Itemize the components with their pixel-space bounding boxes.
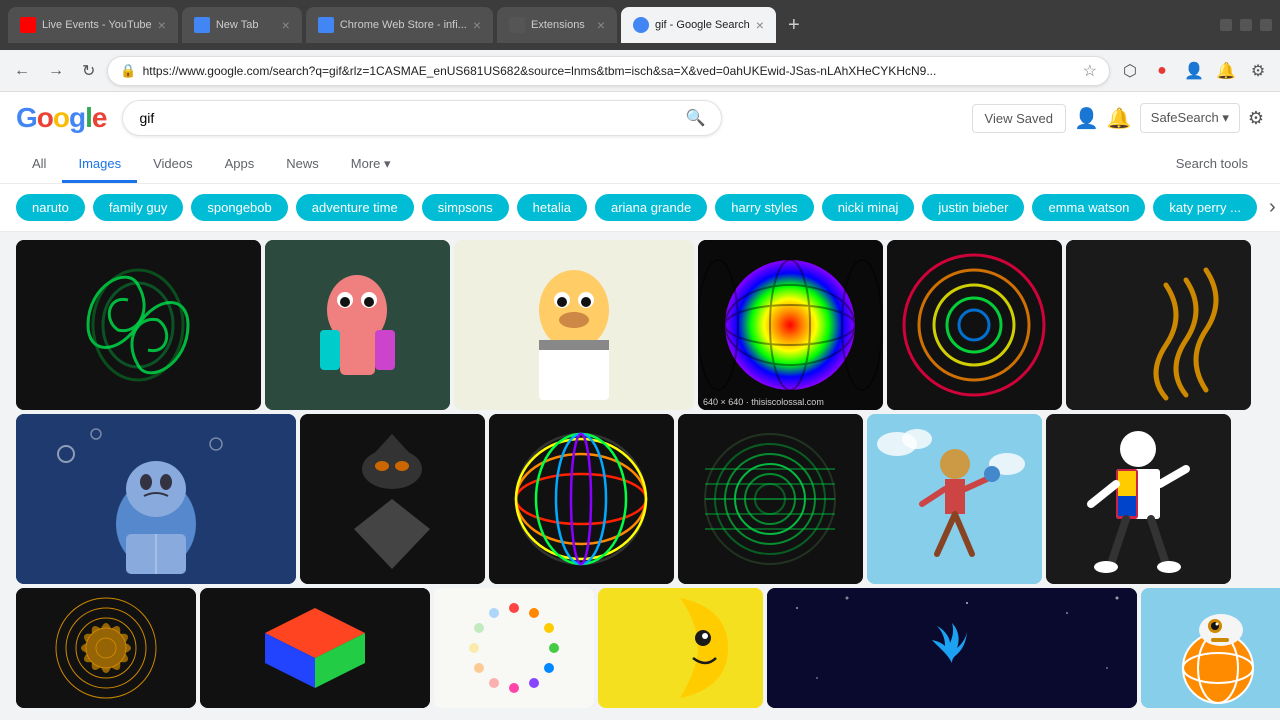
image-item-batman[interactable]	[300, 414, 485, 584]
image-item-blue-character[interactable]	[16, 414, 296, 584]
image-item-twitter[interactable]	[767, 588, 1137, 708]
image-item-green-spiral2[interactable]	[678, 414, 863, 584]
cat-nicki-minaj[interactable]: nicki minaj	[822, 194, 915, 221]
cat-spongebob[interactable]: spongebob	[191, 194, 287, 221]
notifications-button[interactable]: 🔔	[1107, 106, 1132, 131]
tab-store-close[interactable]: ×	[473, 17, 481, 33]
google-logo: Google	[16, 102, 106, 134]
image-item-spiral-green[interactable]	[16, 240, 261, 410]
back-button[interactable]: ←	[8, 58, 36, 84]
tab-ext-label: Extensions	[531, 19, 591, 31]
tab-images[interactable]: Images	[62, 148, 137, 183]
search-tabs: All Images Videos Apps News More ▾ Searc…	[16, 144, 1264, 183]
tab-more[interactable]: More ▾	[335, 148, 407, 183]
image-item-pink-character[interactable]	[265, 240, 450, 410]
image-item-dots-circle[interactable]	[434, 588, 594, 708]
view-saved-button[interactable]: View Saved	[972, 104, 1066, 133]
minimize-button[interactable]	[1220, 19, 1232, 31]
browser-titlebar: Live Events - YouTube × New Tab × Chrome…	[0, 0, 1280, 50]
tab-newtab[interactable]: New Tab ×	[182, 7, 302, 43]
ext-icon-4[interactable]: 🔔	[1212, 57, 1240, 85]
cat-naruto[interactable]: naruto	[16, 194, 85, 221]
image-item-dancing-figure[interactable]	[867, 414, 1042, 584]
tab-all[interactable]: All	[16, 148, 62, 183]
newtab-favicon	[194, 17, 210, 33]
tab-newtab-close[interactable]: ×	[282, 17, 290, 33]
image-row-1: 640 × 640 · thisiscolossal.com	[16, 240, 1264, 410]
safesearch-button[interactable]: SafeSearch ▾	[1140, 103, 1240, 133]
cat-katy-perry[interactable]: katy perry ...	[1153, 194, 1257, 221]
ext-icon-3[interactable]: 👤	[1180, 57, 1208, 85]
image-item-mandala[interactable]	[16, 588, 196, 708]
tab-search-close[interactable]: ×	[756, 17, 764, 33]
user-account-button[interactable]: 👤	[1074, 106, 1099, 131]
cat-hetalia[interactable]: hetalia	[517, 194, 587, 221]
image-item-homer[interactable]	[454, 240, 694, 410]
address-text: https://www.google.com/search?q=gif&rlz=…	[143, 64, 1077, 78]
tab-youtube-close[interactable]: ×	[158, 17, 166, 33]
tab-newtab-label: New Tab	[216, 19, 276, 31]
cat-family-guy[interactable]: family guy	[93, 194, 184, 221]
image-item-dancing-white[interactable]	[1046, 414, 1231, 584]
close-button[interactable]	[1260, 19, 1272, 31]
image-item-3d-cube[interactable]	[200, 588, 430, 708]
google-top-row: Google 🔍 View Saved 👤 🔔 SafeSearch ▾ ⚙	[16, 100, 1264, 144]
image-item-bb8[interactable]	[1141, 588, 1280, 708]
cat-justin-bieber[interactable]: justin bieber	[922, 194, 1024, 221]
store-favicon	[318, 17, 334, 33]
maximize-button[interactable]	[1240, 19, 1252, 31]
image-item-yellow-slinky[interactable]	[1066, 240, 1251, 410]
cat-adventure-time[interactable]: adventure time	[296, 194, 414, 221]
tab-store-label: Chrome Web Store - infi...	[340, 19, 467, 31]
cat-ariana-grande[interactable]: ariana grande	[595, 194, 707, 221]
search-submit-button[interactable]: 🔍	[686, 108, 706, 128]
youtube-favicon	[20, 17, 36, 33]
cat-simpsons[interactable]: simpsons	[422, 194, 509, 221]
image-row-3	[16, 588, 1264, 708]
ext-favicon	[509, 17, 525, 33]
tab-news[interactable]: News	[270, 148, 335, 183]
image-item-rainbow-sphere[interactable]: 640 × 640 · thisiscolossal.com	[698, 240, 883, 410]
cat-harry-styles[interactable]: harry styles	[715, 194, 813, 221]
tab-youtube-label: Live Events - YouTube	[42, 19, 152, 31]
window-controls	[1220, 19, 1272, 31]
tab-youtube[interactable]: Live Events - YouTube ×	[8, 7, 178, 43]
tab-videos[interactable]: Videos	[137, 148, 209, 183]
image-grid: 640 × 640 · thisiscolossal.com	[0, 232, 1280, 716]
extensions-area: ⬡ ● 👤 🔔 ⚙	[1116, 57, 1272, 85]
search-input[interactable]	[139, 110, 677, 126]
tab-google-search[interactable]: gif - Google Search ×	[621, 7, 776, 43]
ext-icon-1[interactable]: ⬡	[1116, 57, 1144, 85]
settings-icon[interactable]: ⚙	[1244, 57, 1272, 85]
image-item-rainbow-globe[interactable]	[489, 414, 674, 584]
cat-emma-watson[interactable]: emma watson	[1032, 194, 1145, 221]
tab-search-tools[interactable]: Search tools	[1160, 148, 1264, 183]
tab-apps[interactable]: Apps	[209, 148, 271, 183]
image-item-banana-moon[interactable]	[598, 588, 763, 708]
refresh-button[interactable]: ↻	[76, 57, 101, 85]
new-tab-button[interactable]: +	[780, 10, 808, 41]
forward-button[interactable]: →	[42, 58, 70, 84]
user-area: View Saved 👤 🔔 SafeSearch ▾ ⚙	[972, 103, 1264, 133]
category-next-button[interactable]: ›	[1265, 192, 1280, 223]
search-box[interactable]: 🔍	[122, 100, 722, 136]
google-favicon	[633, 17, 649, 33]
star-icon[interactable]: ☆	[1083, 61, 1097, 81]
image-item-circle-rings[interactable]	[887, 240, 1062, 410]
google-header: Google 🔍 View Saved 👤 🔔 SafeSearch ▾ ⚙ A…	[0, 92, 1280, 184]
svg-text:640 × 640 · thisiscolossal.com: 640 × 640 · thisiscolossal.com	[703, 397, 824, 407]
address-bar[interactable]: 🔒 https://www.google.com/search?q=gif&rl…	[107, 56, 1110, 86]
tab-search-label: gif - Google Search	[655, 19, 750, 31]
tab-chrome-store[interactable]: Chrome Web Store - infi... ×	[306, 7, 493, 43]
image-row-2	[16, 414, 1264, 584]
ext-icon-2[interactable]: ●	[1148, 57, 1176, 85]
category-row: naruto family guy spongebob adventure ti…	[0, 184, 1280, 232]
lock-icon: 🔒	[120, 63, 136, 79]
tab-extensions[interactable]: Extensions ×	[497, 7, 617, 43]
address-bar-row: ← → ↻ 🔒 https://www.google.com/search?q=…	[0, 50, 1280, 92]
more-options-button[interactable]: ⚙	[1248, 108, 1264, 129]
tab-ext-close[interactable]: ×	[597, 17, 605, 33]
